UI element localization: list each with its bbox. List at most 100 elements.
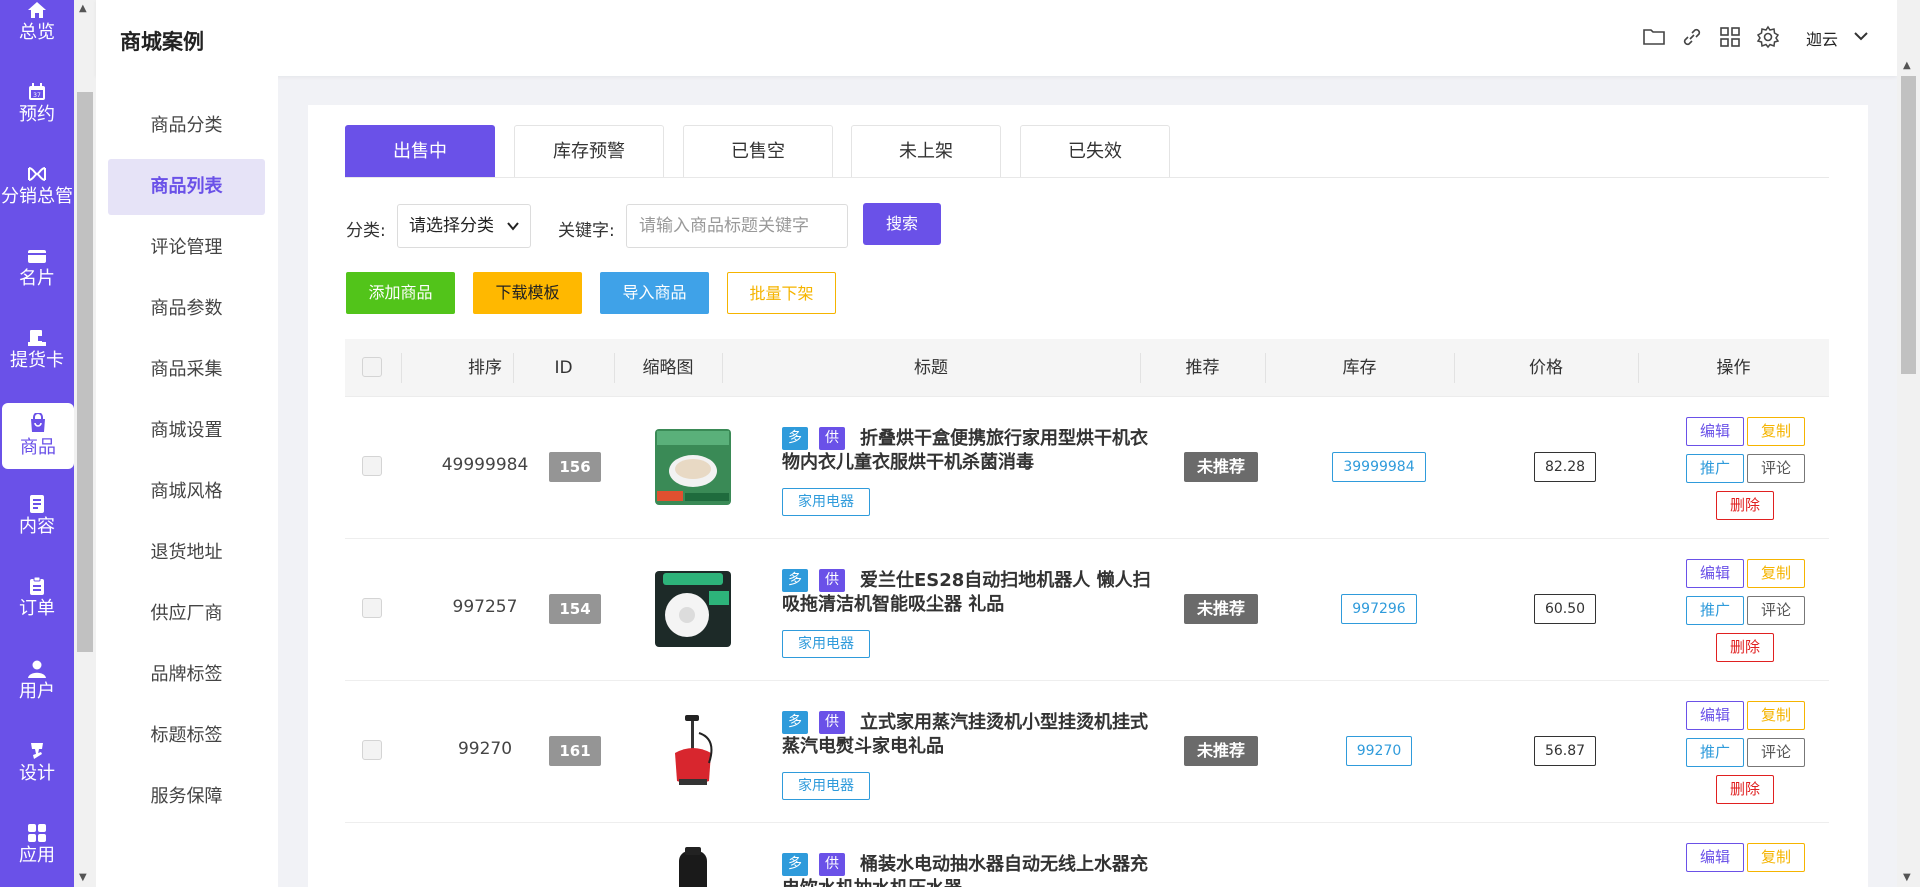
- scroll-up-icon[interactable]: ▲: [79, 3, 87, 14]
- comment-button[interactable]: 评论: [1747, 738, 1805, 767]
- rail-item-users[interactable]: 用户: [0, 645, 74, 723]
- scroll-down-icon[interactable]: ▼: [79, 872, 87, 883]
- rail-item-namecard[interactable]: 名片: [0, 232, 74, 310]
- page-scroll-thumb[interactable]: [1901, 76, 1916, 374]
- subnav-item-category[interactable]: 商品分类: [108, 98, 265, 154]
- import-product-button[interactable]: 导入商品: [600, 272, 709, 314]
- product-thumbnail[interactable]: [655, 571, 731, 647]
- subnav-item-style[interactable]: 商城风格: [108, 464, 265, 520]
- price-value[interactable]: 56.87: [1534, 736, 1596, 766]
- product-title[interactable]: 折叠烘干盒便携旅行家用型烘干机衣物内衣儿童衣服烘干机杀菌消毒: [782, 427, 1152, 475]
- tab-sold-out[interactable]: 已售空: [683, 125, 833, 177]
- row-checkbox[interactable]: [362, 740, 382, 760]
- rail-scroll-thumb[interactable]: [77, 92, 93, 652]
- tab-stock-warning[interactable]: 库存预警: [514, 125, 664, 177]
- rail-item-products[interactable]: 商品: [2, 403, 74, 469]
- rail-item-design[interactable]: 设计: [0, 727, 74, 805]
- row-checkbox[interactable]: [362, 598, 382, 618]
- tab-expired[interactable]: 已失效: [1020, 125, 1170, 177]
- batch-off-shelf-button[interactable]: 批量下架: [727, 272, 836, 314]
- subnav-item-return-address[interactable]: 退货地址: [108, 525, 265, 581]
- user-name[interactable]: 迦云: [1806, 26, 1838, 50]
- comment-button[interactable]: 评论: [1747, 454, 1805, 483]
- product-image-steamer: [655, 713, 731, 789]
- apps-icon: [28, 824, 46, 842]
- copy-button[interactable]: 复制: [1747, 843, 1805, 872]
- add-product-button[interactable]: 添加商品: [346, 272, 455, 314]
- category-select[interactable]: 请选择分类: [397, 204, 531, 248]
- col-stock: 库存: [1342, 358, 1377, 378]
- price-value[interactable]: 60.50: [1534, 594, 1596, 624]
- copy-button[interactable]: 复制: [1747, 559, 1805, 588]
- link-icon[interactable]: [1680, 25, 1704, 49]
- table-header: 排序 ID 缩略图 标题 推荐 库存 价格 操作: [345, 339, 1829, 397]
- rail-scrollbar[interactable]: ▲ ▼: [74, 0, 96, 887]
- col-price: 价格: [1529, 358, 1563, 378]
- delete-button[interactable]: 删除: [1716, 633, 1774, 662]
- download-template-button[interactable]: 下载模板: [473, 272, 582, 314]
- product-thumbnail[interactable]: [655, 845, 731, 887]
- table-row: 997257 154 多 供 爱兰仕ES28自动扫地机器人 懒人扫吸拖清洁机智能…: [345, 539, 1829, 681]
- product-thumbnail[interactable]: [655, 429, 731, 505]
- table-row: 多 供 桶装水电动抽水器自动无线上水器充电饮水机抽水机压水器 编辑 复制: [345, 823, 1829, 887]
- promote-button[interactable]: 推广: [1686, 738, 1744, 767]
- folder-icon[interactable]: [1642, 25, 1666, 49]
- sort-value: 99270: [457, 739, 513, 759]
- rail-item-content[interactable]: 内容: [0, 480, 74, 558]
- rail-item-booking[interactable]: 37 预约: [0, 68, 74, 146]
- subnav-item-brand-tags[interactable]: 品牌标签: [108, 647, 265, 703]
- rail-item-orders[interactable]: 订单: [0, 562, 74, 640]
- subnav-item-service[interactable]: 服务保障: [108, 769, 265, 825]
- subnav-item-collect[interactable]: 商品采集: [108, 342, 265, 398]
- subnav-item-suppliers[interactable]: 供应厂商: [108, 586, 265, 642]
- price-value[interactable]: 82.28: [1534, 452, 1596, 482]
- rail-item-distribution[interactable]: 分销总管: [0, 150, 74, 228]
- recommend-badge[interactable]: 未推荐: [1184, 736, 1258, 766]
- subnav-item-params[interactable]: 商品参数: [108, 281, 265, 337]
- gear-icon[interactable]: [1756, 25, 1780, 49]
- copy-button[interactable]: 复制: [1747, 701, 1805, 730]
- comment-button[interactable]: 评论: [1747, 596, 1805, 625]
- delete-button[interactable]: 删除: [1716, 775, 1774, 804]
- rail-item-overview[interactable]: 总览: [0, 0, 74, 64]
- subnav-item-product-list[interactable]: 商品列表: [108, 159, 265, 215]
- stock-value[interactable]: 39999984: [1332, 452, 1426, 482]
- grid-icon[interactable]: [1718, 25, 1742, 49]
- row-checkbox[interactable]: [362, 456, 382, 476]
- distribution-icon: [28, 167, 46, 181]
- edit-button[interactable]: 编辑: [1686, 843, 1744, 872]
- edit-button[interactable]: 编辑: [1686, 559, 1744, 588]
- edit-button[interactable]: 编辑: [1686, 701, 1744, 730]
- rail-label: 内容: [19, 516, 55, 537]
- tab-on-sale[interactable]: 出售中: [345, 125, 495, 177]
- scroll-up-icon[interactable]: ▲: [1903, 60, 1911, 71]
- copy-button[interactable]: 复制: [1747, 417, 1805, 446]
- stock-value[interactable]: 99270: [1346, 736, 1412, 766]
- recommend-badge[interactable]: 未推荐: [1184, 452, 1258, 482]
- promote-button[interactable]: 推广: [1686, 454, 1744, 483]
- page-scrollbar[interactable]: ▲ ▼: [1897, 0, 1920, 887]
- rail-item-voucher[interactable]: 提货卡: [0, 314, 74, 392]
- document-icon: [30, 495, 44, 513]
- subnav-item-title-tags[interactable]: 标题标签: [108, 708, 265, 764]
- rail-item-apps[interactable]: 应用: [0, 809, 74, 887]
- product-title[interactable]: 立式家用蒸汽挂烫机小型挂烫机挂式蒸汽电熨斗家电礼品: [782, 711, 1152, 759]
- chevron-down-icon[interactable]: [1851, 26, 1871, 46]
- main-card: 出售中 库存预警 已售空 未上架 已失效 分类: 请选择分类 关键字: 搜索 添…: [308, 105, 1868, 887]
- tab-not-listed[interactable]: 未上架: [851, 125, 1001, 177]
- delete-button[interactable]: 删除: [1716, 491, 1774, 520]
- edit-button[interactable]: 编辑: [1686, 417, 1744, 446]
- product-thumbnail[interactable]: [655, 713, 731, 789]
- recommend-badge[interactable]: 未推荐: [1184, 594, 1258, 624]
- product-title[interactable]: 桶装水电动抽水器自动无线上水器充电饮水机抽水机压水器: [782, 853, 1152, 887]
- category-tag: 家用电器: [782, 630, 870, 658]
- search-button[interactable]: 搜索: [863, 203, 941, 245]
- subnav-item-comments[interactable]: 评论管理: [108, 220, 265, 276]
- select-all-checkbox[interactable]: [362, 357, 382, 377]
- scroll-down-icon[interactable]: ▼: [1903, 872, 1911, 883]
- product-title[interactable]: 爱兰仕ES28自动扫地机器人 懒人扫吸拖清洁机智能吸尘器 礼品: [782, 569, 1152, 617]
- keyword-input[interactable]: [626, 204, 848, 248]
- stock-value[interactable]: 997296: [1341, 594, 1417, 624]
- subnav-item-settings[interactable]: 商城设置: [108, 403, 265, 459]
- promote-button[interactable]: 推广: [1686, 596, 1744, 625]
